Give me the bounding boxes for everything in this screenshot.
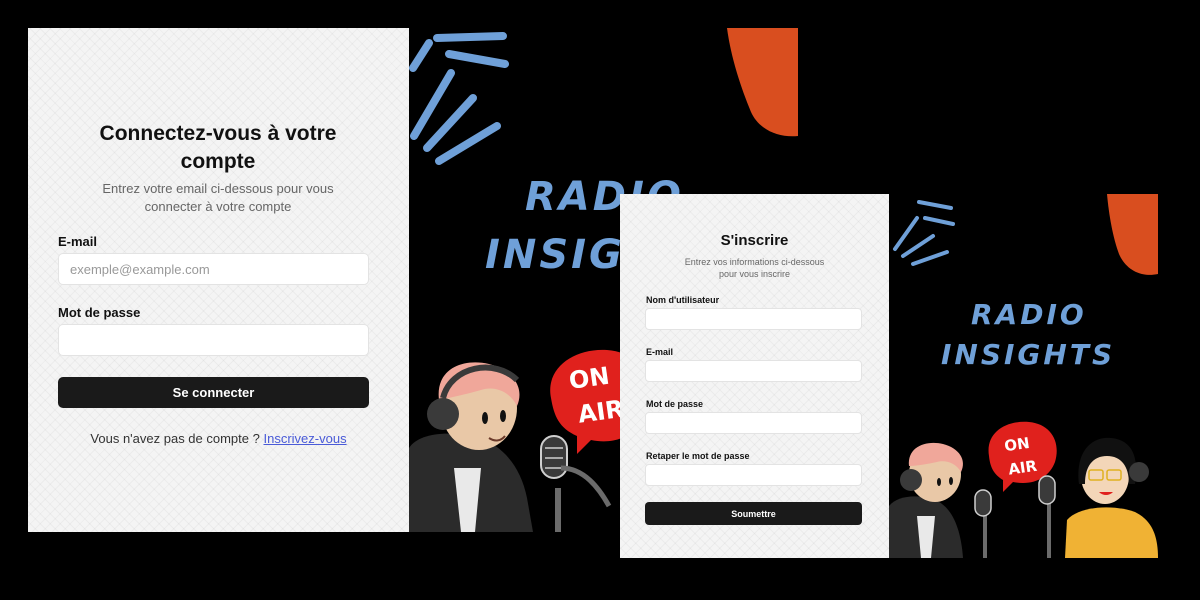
email-input[interactable] xyxy=(58,253,369,285)
signup-email-input[interactable] xyxy=(645,360,862,382)
login-title: Connectez-vous à votre compte xyxy=(99,122,337,173)
login-button[interactable]: Se connecter xyxy=(58,377,369,408)
signup-title: S'inscrire xyxy=(720,232,789,249)
host-character-small xyxy=(889,442,963,558)
microphone-icon-right xyxy=(1038,475,1056,558)
orange-blob-shape-small xyxy=(1107,194,1158,275)
badge-line-1: ON xyxy=(567,362,611,395)
signup-password-label: Mot de passe xyxy=(646,399,704,409)
radio-insights-illustration-small: RADIO INSIGHTS ON AIR xyxy=(889,194,1158,558)
confirm-password-label: Retaper le mot de passe xyxy=(646,451,750,461)
cohost-character xyxy=(1065,437,1158,558)
password-input[interactable] xyxy=(58,324,369,356)
signup-password-input[interactable] xyxy=(645,412,862,434)
microphone-icon xyxy=(540,435,612,532)
signup-brand-line-2: INSIGHTS xyxy=(941,338,1115,371)
orange-blob-shape xyxy=(727,28,798,137)
signup-email-label: E-mail xyxy=(646,347,674,357)
microphone-icon-left xyxy=(974,489,992,558)
signup-artwork: RADIO INSIGHTS ON AIR xyxy=(889,194,1158,558)
username-input[interactable] xyxy=(645,308,862,330)
confirm-password-input[interactable] xyxy=(645,464,862,486)
login-subtitle: Entrez votre email ci-dessous pour vous … xyxy=(102,181,334,214)
signup-link[interactable]: Inscrivez-vous xyxy=(263,431,346,446)
email-label: E-mail xyxy=(58,234,98,249)
username-label: Nom d'utilisateur xyxy=(646,295,720,305)
signup-badge-line-1: ON xyxy=(1003,434,1031,455)
signup-prompt-text: Vous n'avez pas de compte ? xyxy=(90,431,260,446)
signup-brand-line-1: RADIO xyxy=(971,298,1087,331)
password-label: Mot de passe xyxy=(58,305,141,320)
sunburst-rays xyxy=(409,32,509,165)
signup-form-panel: S'inscrire Entrez vos informations ci-de… xyxy=(620,194,889,558)
signup-submit-button[interactable]: Soumettre xyxy=(645,502,862,525)
signup-prompt: Vous n'avez pas de compte ? Inscrivez-vo… xyxy=(28,431,409,446)
sunburst-rays-small xyxy=(893,200,955,266)
login-form-panel: Connectez-vous à votre compte Entrez vot… xyxy=(28,28,409,532)
signup-subtitle: Entrez vos informations ci-dessous pour … xyxy=(684,257,825,279)
host-character xyxy=(409,362,533,532)
